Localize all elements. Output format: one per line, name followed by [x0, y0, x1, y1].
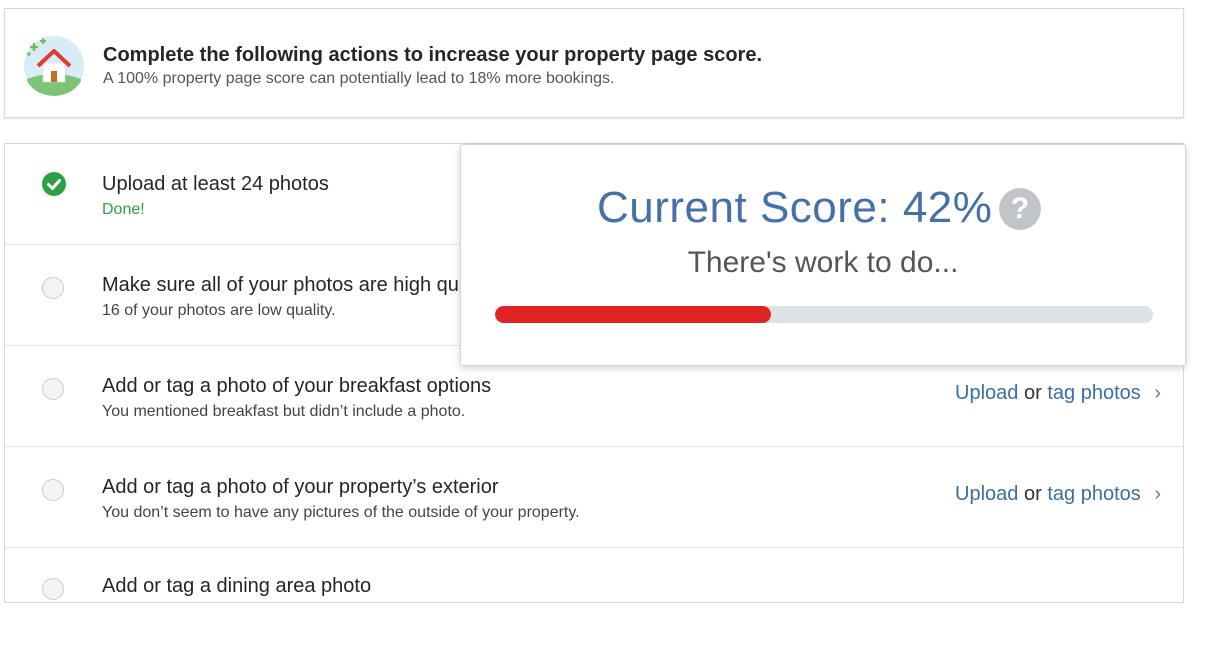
task-status-done: Done! [102, 201, 145, 218]
current-score: Current Score: 42% [597, 183, 993, 232]
radio-circle-icon [42, 277, 66, 301]
task-title: Add or tag a dining area photo [102, 575, 372, 597]
radio-circle-icon [42, 479, 66, 503]
tag-photos-link[interactable]: tag photos [1047, 382, 1140, 404]
radio-circle-icon [42, 578, 66, 602]
task-title: Upload at least 24 photos [102, 173, 329, 195]
score-info-banner: Complete the following actions to increa… [4, 8, 1184, 118]
banner-subtitle: A 100% property page score can potential… [103, 70, 615, 87]
score-progress-bar [495, 306, 1153, 323]
upload-link[interactable]: Upload [955, 483, 1018, 505]
or-text: or [1023, 382, 1042, 404]
upload-link[interactable]: Upload [955, 382, 1018, 404]
question-circle-icon[interactable]: ? [999, 188, 1041, 230]
tag-photos-link[interactable]: tag photos [1047, 483, 1140, 505]
task-actions: Upload or tag photos › [955, 483, 1161, 506]
task-title: Make sure all of your photos are high qu… [102, 274, 495, 296]
score-progress-fill [495, 306, 772, 323]
chevron-right-icon[interactable]: › [1154, 483, 1161, 505]
task-row-exterior-photo[interactable]: Add or tag a photo of your property’s ex… [5, 447, 1183, 548]
task-title: Add or tag a photo of your property’s ex… [102, 476, 499, 498]
task-actions: Upload or tag photos › [955, 382, 1161, 405]
radio-circle-icon [42, 378, 66, 402]
check-circle-icon [42, 172, 66, 196]
task-row-dining-photo[interactable]: Add or tag a dining area photo [5, 548, 1183, 649]
task-subtitle: 16 of your photos are low quality. [102, 302, 336, 319]
task-subtitle: You mentioned breakfast but didn’t inclu… [102, 403, 466, 420]
chevron-right-icon[interactable]: › [1154, 382, 1161, 404]
banner-title: Complete the following actions to increa… [103, 44, 763, 66]
or-text: or [1023, 483, 1042, 505]
score-popup: Current Score: 42% ? There's work to do.… [460, 144, 1186, 366]
task-subtitle: You don’t seem to have any pictures of t… [102, 504, 580, 521]
task-title: Add or tag a photo of your breakfast opt… [102, 375, 492, 397]
score-message: There's work to do... [687, 246, 959, 279]
house-icon [24, 36, 84, 96]
